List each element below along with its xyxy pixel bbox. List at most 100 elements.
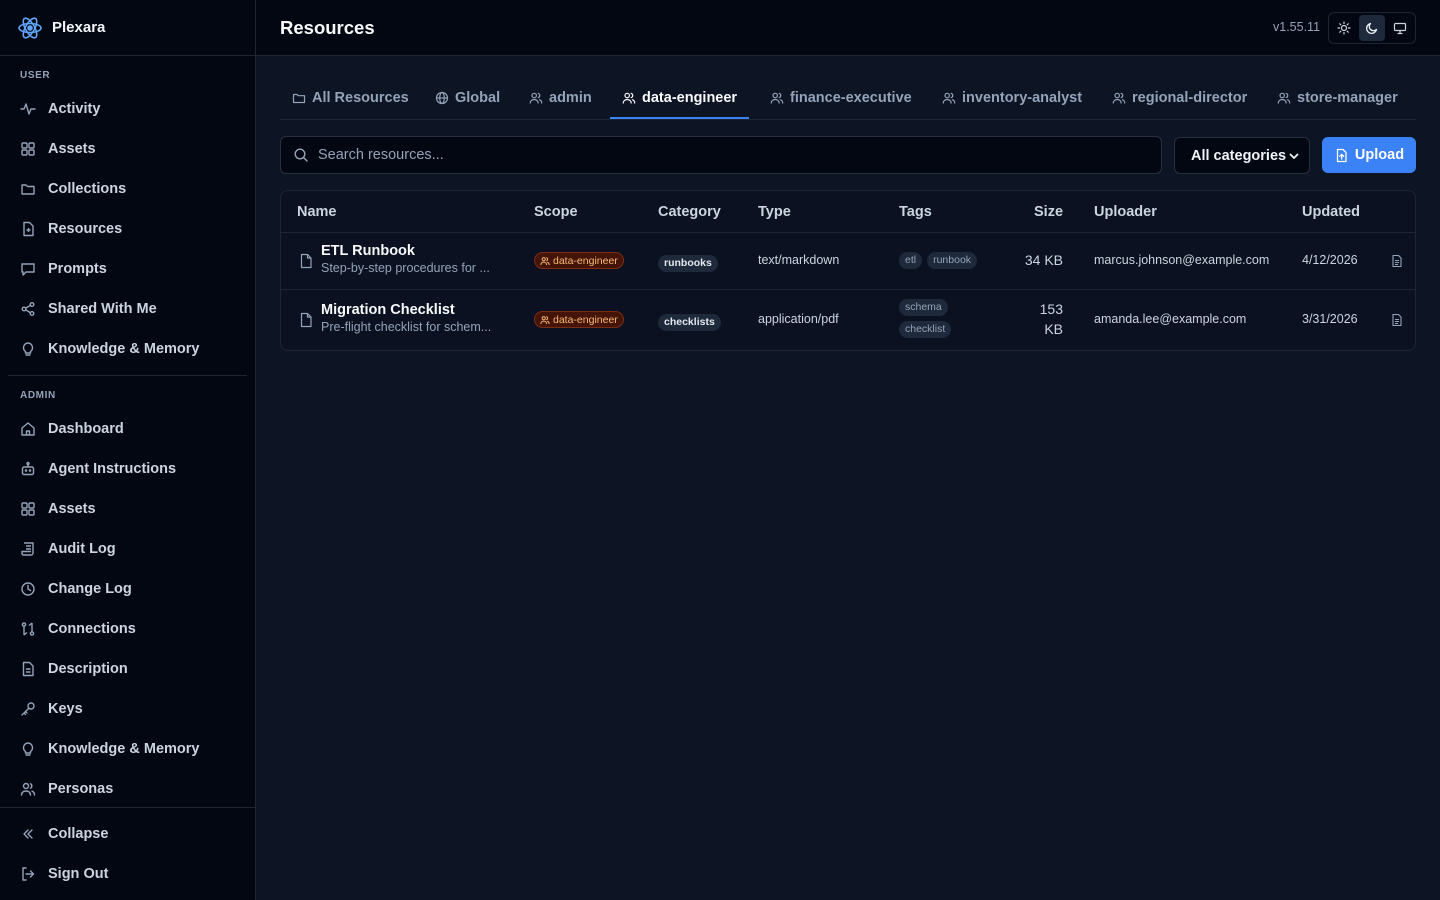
scope-tabs: All Resources Global admin data-engineer… [280,78,1416,120]
bot-icon [20,461,36,477]
users-icon [1277,91,1291,105]
column-header-tags[interactable]: Tags [899,204,932,220]
resource-name-cell[interactable]: Migration Checklist Pre-flight checklist… [321,302,491,334]
sidebar-item-label: Collections [48,181,127,197]
file-icon [298,312,314,328]
tab-finance-executive[interactable]: finance-executive [758,78,924,118]
sidebar-item-label: Resources [48,221,123,237]
clock-icon [20,581,36,597]
page-title: Resources [280,17,375,38]
column-header-type[interactable]: Type [758,204,791,220]
share-icon [20,301,36,317]
sidebar-item-collections[interactable]: Collections [8,171,247,207]
sidebar-divider [8,375,247,376]
sidebar-item-assets[interactable]: Assets [8,131,247,167]
sidebar-item-change-log[interactable]: Change Log [8,571,247,607]
file-text-icon [20,661,36,677]
message-icon [20,261,36,277]
file-upload-icon [1334,148,1349,163]
sidebar-item-admin-knowledge-memory[interactable]: Knowledge & Memory [8,731,247,767]
grid-icon [20,501,36,517]
column-header-category[interactable]: Category [658,204,721,220]
sidebar-item-keys[interactable]: Keys [8,691,247,727]
sidebar-item-description[interactable]: Description [8,651,247,687]
sidebar-item-agent-instructions[interactable]: Agent Instructions [8,451,247,487]
tab-all-resources[interactable]: All Resources [280,78,421,118]
tag-badge: runbook [927,252,978,269]
column-header-updated[interactable]: Updated [1302,204,1360,220]
category-cell: checklists [658,312,721,331]
sidebar-item-connections[interactable]: Connections [8,611,247,647]
view-details-icon[interactable] [1390,313,1404,327]
sidebar-item-dashboard[interactable]: Dashboard [8,411,247,447]
activity-icon [20,101,36,117]
category-badge: checklists [658,314,721,331]
scope-badge: data-engineer [534,252,624,269]
search-input[interactable] [318,147,1118,163]
type-cell: application/pdf [758,312,839,326]
column-header-size[interactable]: Size [1034,204,1063,220]
brand[interactable]: Plexara [0,0,255,56]
tab-global[interactable]: Global [423,78,512,118]
app-name: Plexara [52,19,106,36]
sidebar: Plexara USER Activity Assets Collections… [0,0,256,900]
collapse-button[interactable]: Collapse [8,816,247,852]
sidebar-footer-divider [0,807,256,808]
tab-label: Global [455,90,501,106]
resource-name[interactable]: ETL Runbook [321,243,490,259]
sidebar-item-personas[interactable]: Personas [8,771,247,807]
tags-cell: schema checklist [899,299,952,338]
sidebar-item-admin-assets[interactable]: Assets [8,491,247,527]
sidebar-item-resources[interactable]: Resources [8,211,247,247]
tab-regional-director[interactable]: regional-director [1100,78,1259,118]
folder-icon [292,91,306,105]
lightbulb-icon [20,341,36,357]
dark-theme-button[interactable] [1359,15,1385,41]
resource-name[interactable]: Migration Checklist [321,302,491,318]
column-header-scope[interactable]: Scope [534,204,578,220]
tab-data-engineer[interactable]: data-engineer [610,78,750,119]
resource-description: Pre-flight checklist for schem... [321,320,492,334]
category-select[interactable]: All categories [1174,137,1310,174]
collapse-label: Collapse [48,826,109,842]
users-icon [1112,91,1126,105]
users-icon [540,315,550,325]
sidebar-item-label: Personas [48,781,114,797]
connections-icon [20,621,36,637]
light-theme-button[interactable] [1331,15,1357,41]
sidebar-item-label: Assets [48,141,96,157]
sign-out-icon [20,866,36,882]
sidebar-item-prompts[interactable]: Prompts [8,251,247,287]
sidebar-item-knowledge-memory[interactable]: Knowledge & Memory [8,331,247,367]
sidebar-item-audit-log[interactable]: Audit Log [8,531,247,567]
tab-admin[interactable]: admin [517,78,604,118]
view-details-icon[interactable] [1390,254,1404,268]
tags-cell: etl runbook [899,252,978,269]
resource-description: Step-by-step procedures for ... [321,261,490,275]
upload-button[interactable]: Upload [1322,137,1416,173]
sidebar-item-label: Knowledge & Memory [48,741,200,757]
type-cell: text/markdown [758,253,840,267]
top-header: Resources v1.55.11 [256,0,1440,56]
sidebar-item-activity[interactable]: Activity [8,91,247,127]
tab-store-manager[interactable]: store-manager [1265,78,1410,118]
tab-inventory-analyst[interactable]: inventory-analyst [930,78,1094,118]
monitor-icon [1393,21,1407,35]
file-icon [20,221,36,237]
system-theme-button[interactable] [1387,15,1413,41]
sidebar-item-label: Audit Log [48,541,116,557]
lightbulb-icon [20,741,36,757]
sidebar-item-label: Knowledge & Memory [48,341,200,357]
tab-label: store-manager [1297,90,1398,106]
users-icon [529,91,543,105]
column-header-name[interactable]: Name [297,204,337,220]
user-section-label: USER [20,70,51,81]
sign-out-button[interactable]: Sign Out [8,856,247,892]
sidebar-item-label: Shared With Me [48,301,157,317]
sidebar-item-shared-with-me[interactable]: Shared With Me [8,291,247,327]
chevrons-left-icon [20,826,36,842]
column-header-uploader[interactable]: Uploader [1094,204,1157,220]
tag-badge: checklist [899,321,952,338]
sidebar-item-label: Activity [48,101,101,117]
resource-name-cell[interactable]: ETL Runbook Step-by-step procedures for … [321,243,490,275]
